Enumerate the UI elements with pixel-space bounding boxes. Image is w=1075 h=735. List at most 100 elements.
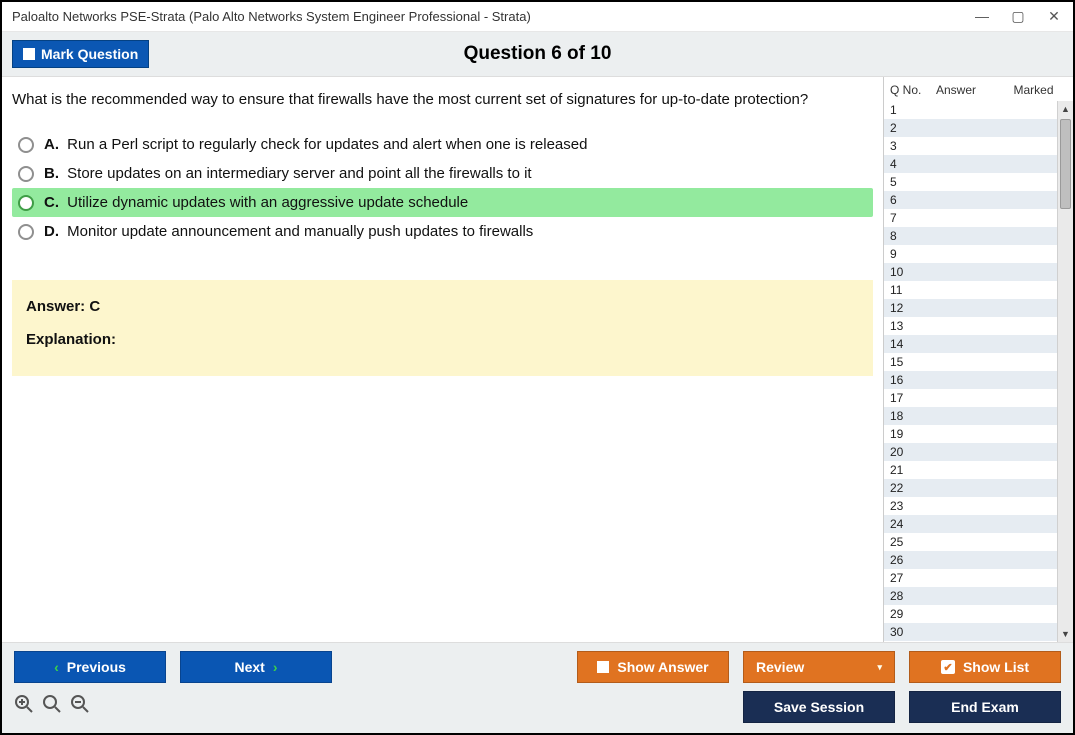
previous-button[interactable]: ‹ Previous — [14, 651, 166, 683]
zoom-icon[interactable] — [42, 694, 62, 720]
question-row[interactable]: 10 — [884, 263, 1073, 281]
col-qno: Q No. — [890, 83, 936, 97]
close-icon[interactable]: ✕ — [1045, 8, 1063, 25]
row-qno: 1 — [890, 102, 936, 118]
question-row[interactable]: 7 — [884, 209, 1073, 227]
row-qno: 13 — [890, 318, 936, 334]
chevron-right-icon: › — [273, 659, 278, 675]
row-qno: 18 — [890, 408, 936, 424]
question-row[interactable]: 30 — [884, 623, 1073, 641]
zoom-in-icon[interactable] — [14, 694, 34, 720]
question-row[interactable]: 20 — [884, 443, 1073, 461]
sidebar-body: 1234567891011121314151617181920212223242… — [884, 101, 1073, 642]
question-row[interactable]: 11 — [884, 281, 1073, 299]
question-row[interactable]: 18 — [884, 407, 1073, 425]
row-qno: 15 — [890, 354, 936, 370]
show-list-label: Show List — [963, 659, 1029, 675]
row-qno: 2 — [890, 120, 936, 136]
chevron-down-icon: ▾ — [877, 662, 882, 673]
question-row[interactable]: 5 — [884, 173, 1073, 191]
question-header: Question 6 of 10 — [2, 43, 1073, 65]
question-row[interactable]: 6 — [884, 191, 1073, 209]
scroll-up-icon[interactable]: ▲ — [1058, 101, 1073, 117]
row-qno: 24 — [890, 516, 936, 532]
question-row[interactable]: 28 — [884, 587, 1073, 605]
question-row[interactable]: 8 — [884, 227, 1073, 245]
choice-d[interactable]: D. Monitor update announcement and manua… — [12, 217, 873, 246]
titlebar: Paloalto Networks PSE-Strata (Palo Alto … — [2, 2, 1073, 32]
choice-text: B. Store updates on an intermediary serv… — [44, 165, 532, 182]
previous-label: Previous — [67, 659, 126, 675]
question-row[interactable]: 26 — [884, 551, 1073, 569]
scroll-thumb[interactable] — [1060, 119, 1071, 209]
row-qno: 11 — [890, 282, 936, 298]
scrollbar[interactable]: ▲ ▼ — [1057, 101, 1073, 642]
show-answer-button[interactable]: Show Answer — [577, 651, 729, 683]
scroll-down-icon[interactable]: ▼ — [1058, 626, 1073, 642]
question-row[interactable]: 1 — [884, 101, 1073, 119]
row-qno: 4 — [890, 156, 936, 172]
show-list-button[interactable]: ✔ Show List — [909, 651, 1061, 683]
question-row[interactable]: 23 — [884, 497, 1073, 515]
main-area: What is the recommended way to ensure th… — [2, 77, 1073, 642]
topbar: Mark Question Question 6 of 10 — [2, 32, 1073, 77]
row-qno: 7 — [890, 210, 936, 226]
choice-text: D. Monitor update announcement and manua… — [44, 223, 533, 240]
row-qno: 20 — [890, 444, 936, 460]
zoom-out-icon[interactable] — [70, 694, 90, 720]
question-row[interactable]: 15 — [884, 353, 1073, 371]
question-row[interactable]: 9 — [884, 245, 1073, 263]
question-row[interactable]: 19 — [884, 425, 1073, 443]
maximize-icon[interactable]: ▢ — [1009, 8, 1027, 25]
row-qno: 3 — [890, 138, 936, 154]
choice-b[interactable]: B. Store updates on an intermediary serv… — [12, 159, 873, 188]
question-row[interactable]: 4 — [884, 155, 1073, 173]
bottom-row-1: ‹ Previous Next › Show Answer Review ▾ — [14, 651, 1061, 683]
choices: A. Run a Perl script to regularly check … — [12, 130, 873, 246]
question-row[interactable]: 3 — [884, 137, 1073, 155]
end-exam-button[interactable]: End Exam — [909, 691, 1061, 723]
next-button[interactable]: Next › — [180, 651, 332, 683]
review-button[interactable]: Review ▾ — [743, 651, 895, 683]
question-row[interactable]: 25 — [884, 533, 1073, 551]
row-qno: 6 — [890, 192, 936, 208]
end-exam-label: End Exam — [951, 699, 1019, 715]
question-row[interactable]: 12 — [884, 299, 1073, 317]
app-window: Paloalto Networks PSE-Strata (Palo Alto … — [0, 0, 1075, 735]
question-row[interactable]: 27 — [884, 569, 1073, 587]
row-qno: 30 — [890, 624, 936, 640]
checkbox-icon — [597, 661, 609, 673]
radio-icon — [18, 137, 34, 153]
question-list-sidebar: Q No. Answer Marked 12345678910111213141… — [883, 77, 1073, 642]
col-marked: Marked — [1000, 83, 1067, 97]
question-row[interactable]: 24 — [884, 515, 1073, 533]
row-qno: 28 — [890, 588, 936, 604]
question-row[interactable]: 16 — [884, 371, 1073, 389]
question-row[interactable]: 29 — [884, 605, 1073, 623]
review-label: Review — [756, 659, 804, 675]
sidebar-header: Q No. Answer Marked — [884, 77, 1073, 101]
row-qno: 19 — [890, 426, 936, 442]
minimize-icon[interactable]: — — [973, 8, 991, 25]
content: What is the recommended way to ensure th… — [2, 77, 883, 642]
radio-icon — [18, 195, 34, 211]
mark-question-button[interactable]: Mark Question — [12, 40, 149, 68]
row-qno: 16 — [890, 372, 936, 388]
question-row[interactable]: 22 — [884, 479, 1073, 497]
question-row[interactable]: 14 — [884, 335, 1073, 353]
row-qno: 26 — [890, 552, 936, 568]
explanation-label: Explanation: — [26, 331, 859, 348]
choice-text: A. Run a Perl script to regularly check … — [44, 136, 587, 153]
question-row[interactable]: 21 — [884, 461, 1073, 479]
question-row[interactable]: 13 — [884, 317, 1073, 335]
answer-box: Answer: C Explanation: — [12, 280, 873, 376]
row-qno: 9 — [890, 246, 936, 262]
choice-c[interactable]: C. Utilize dynamic updates with an aggre… — [12, 188, 873, 217]
question-row[interactable]: 17 — [884, 389, 1073, 407]
window-controls: — ▢ ✕ — [973, 8, 1063, 25]
save-session-button[interactable]: Save Session — [743, 691, 895, 723]
chevron-left-icon: ‹ — [54, 659, 59, 675]
show-answer-label: Show Answer — [617, 659, 708, 675]
choice-a[interactable]: A. Run a Perl script to regularly check … — [12, 130, 873, 159]
question-row[interactable]: 2 — [884, 119, 1073, 137]
